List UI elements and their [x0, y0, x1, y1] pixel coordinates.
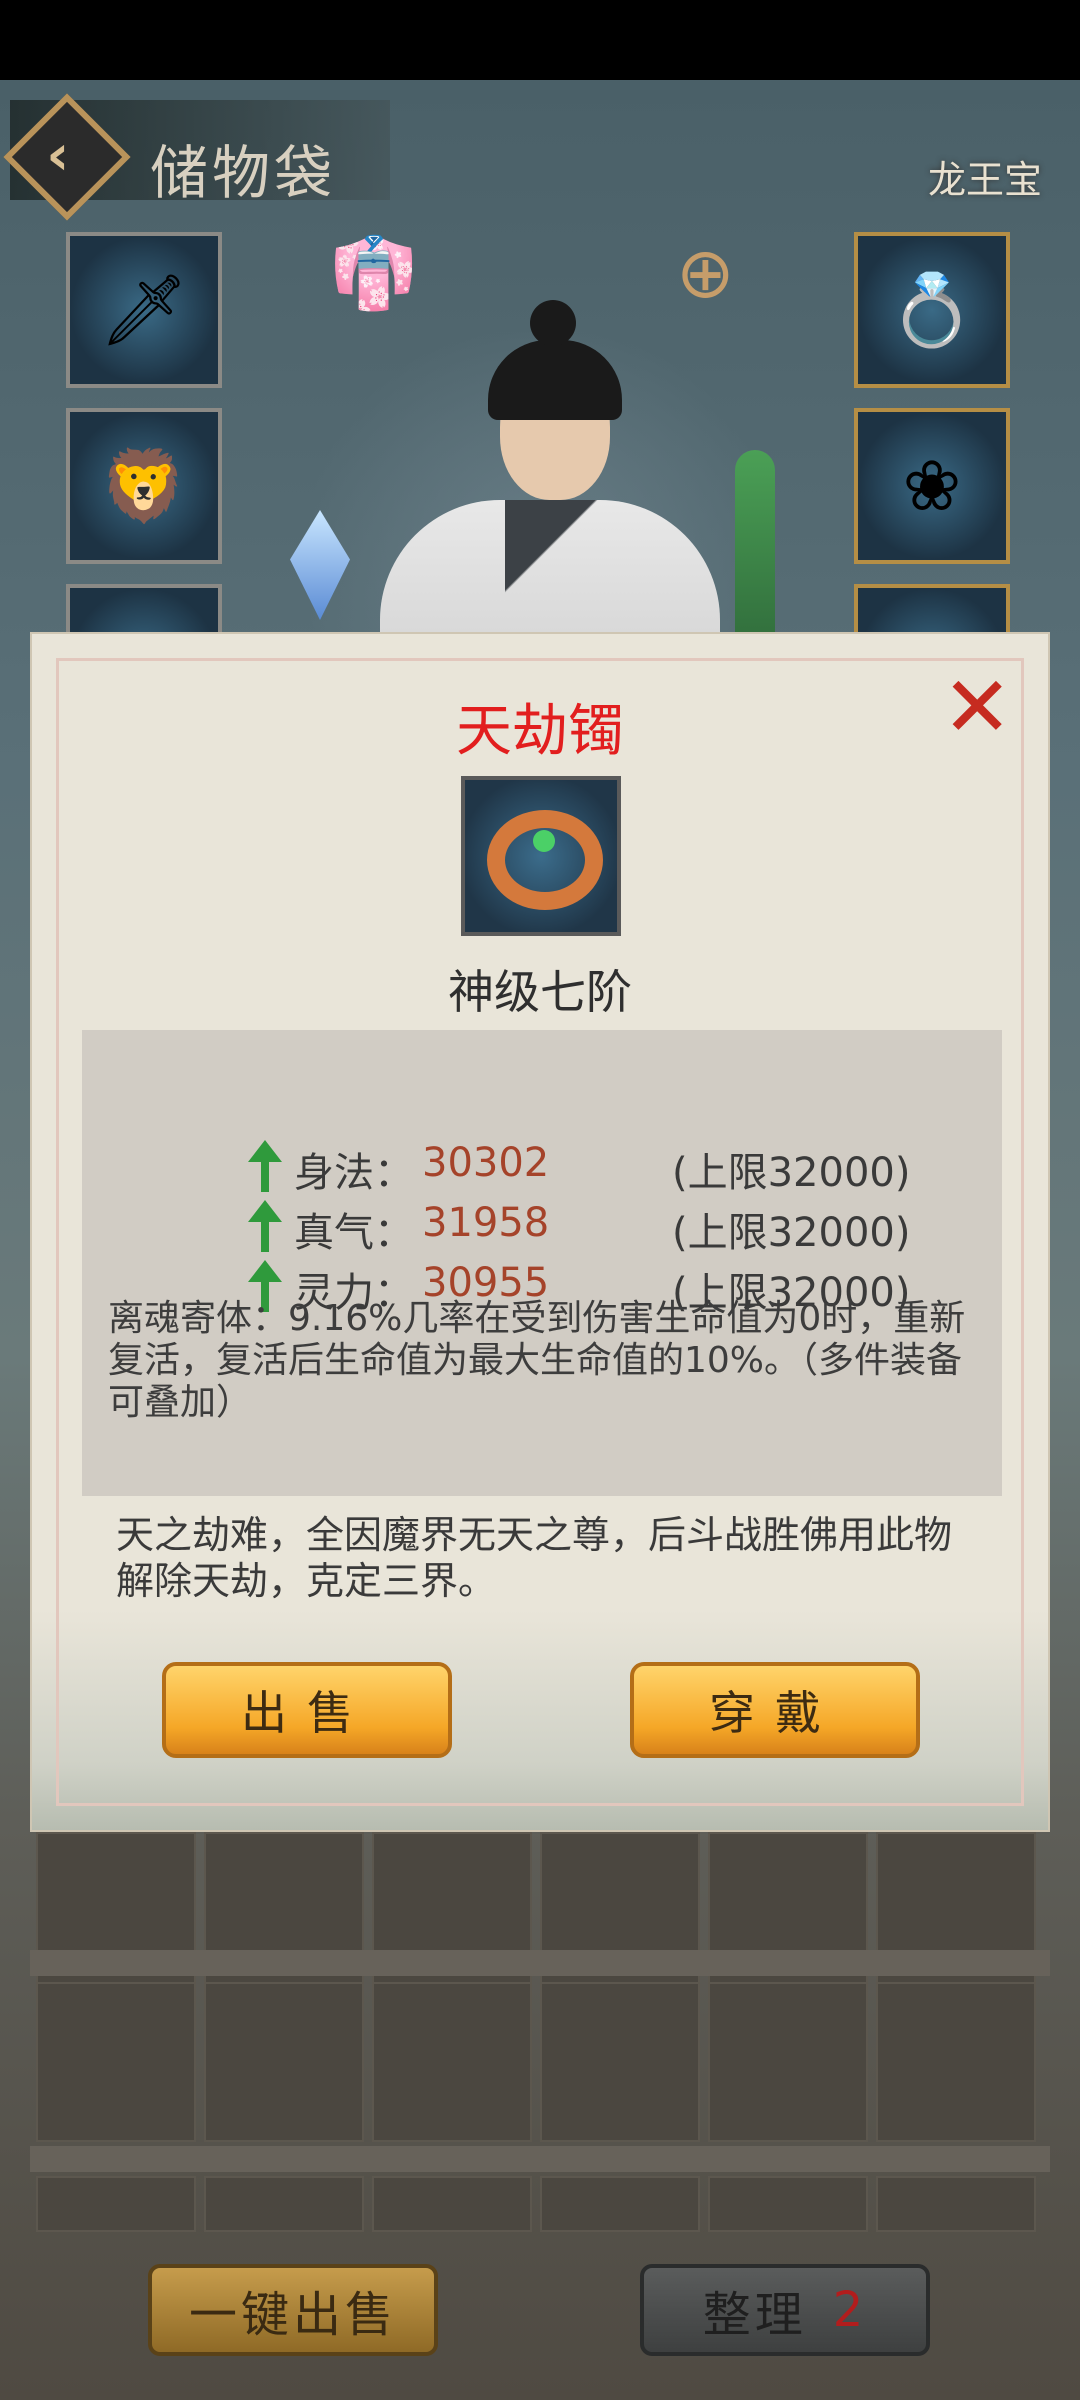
inventory-cell[interactable]: [36, 2176, 196, 2232]
item-detail-dialog: ✕ 天劫镯 神级七阶 身法： 30302 (上限32000) 真气： 31958…: [30, 632, 1050, 1832]
inventory-cell[interactable]: [540, 2176, 700, 2232]
equip-slot-helmet[interactable]: 🦁: [66, 408, 222, 564]
inventory-cell[interactable]: [372, 1982, 532, 2142]
ring-icon: 💍: [888, 268, 976, 351]
stat-label: 真气：: [294, 1210, 414, 1256]
back-button[interactable]: ‹: [3, 93, 131, 221]
arrange-button[interactable]: 整理 2: [640, 2264, 930, 2356]
page-title: 储物袋: [150, 139, 337, 207]
bracelet-icon: [461, 776, 621, 936]
status-bar: [0, 0, 1080, 80]
arrange-count: 2: [832, 2282, 868, 2338]
necklace-icon: ❀: [902, 445, 962, 527]
inventory-cell[interactable]: [876, 2176, 1036, 2232]
inventory-cell[interactable]: [204, 1982, 364, 2142]
inventory-cell[interactable]: [876, 1982, 1036, 2142]
arrow-up-icon: [248, 1140, 282, 1192]
chevron-left-icon: ‹: [46, 123, 70, 189]
bracelet-band: [487, 810, 603, 910]
inventory-cell[interactable]: [204, 2176, 364, 2232]
equip-slot-ring[interactable]: 💍: [854, 232, 1010, 388]
arrow-up-icon: [248, 1200, 282, 1252]
equip-button[interactable]: 穿戴: [630, 1662, 920, 1758]
item-lore-text: 天之劫难，全因魔界无天之尊，后斗战胜佛用此物解除天劫，克定三界。: [116, 1513, 953, 1603]
inventory-cell[interactable]: [372, 2176, 532, 2232]
header-bar: ‹ 储物袋: [3, 93, 390, 221]
sell-all-label: 一键出售: [188, 2287, 397, 2343]
stat-value: 31958: [422, 1200, 550, 1246]
brand-logo: 龙王宝库: [927, 158, 1042, 322]
equip-slot-necklace[interactable]: ❀: [854, 408, 1010, 564]
bracelet-gem: [533, 830, 555, 852]
jade-pendant-icon[interactable]: [735, 450, 775, 660]
arrange-label: 整理: [702, 2287, 807, 2343]
stat-row: 身法： 30302 (上限32000): [82, 1136, 1002, 1196]
stat-label: 身法：: [294, 1150, 414, 1196]
stats-panel: 身法： 30302 (上限32000) 真气： 31958 (上限32000) …: [82, 1030, 1002, 1496]
inventory-cell[interactable]: [708, 1982, 868, 2142]
inventory-cell[interactable]: [36, 1982, 196, 2142]
robe-icon[interactable]: 👘: [330, 232, 417, 315]
stat-value: 30302: [422, 1140, 550, 1186]
item-grade: 神级七阶: [448, 965, 632, 1019]
stat-row: 真气： 31958 (上限32000): [82, 1196, 1002, 1256]
helmet-icon: 🦁: [100, 444, 188, 527]
character-hair-bun: [530, 300, 576, 346]
sword-icon: 🗡: [99, 268, 189, 351]
sell-all-button[interactable]: 一键出售: [148, 2264, 438, 2356]
inventory-cell[interactable]: [708, 2176, 868, 2232]
inventory-cell[interactable]: [540, 1982, 700, 2142]
item-name: 天劫镯: [456, 699, 624, 764]
sell-button[interactable]: 出售: [162, 1662, 452, 1758]
special-effect-text: 离魂寄体：9.16%几率在受到伤害生命值为0时，重新复活，复活后生命值为最大生命…: [108, 1298, 966, 1423]
stat-limit: (上限32000): [672, 1210, 911, 1256]
grid-separator: [30, 2146, 1050, 2172]
zoom-in-icon[interactable]: ⊕: [676, 232, 735, 314]
grid-separator: [30, 1950, 1050, 1976]
equip-slot-weapon[interactable]: 🗡: [66, 232, 222, 388]
stat-limit: (上限32000): [672, 1150, 911, 1196]
